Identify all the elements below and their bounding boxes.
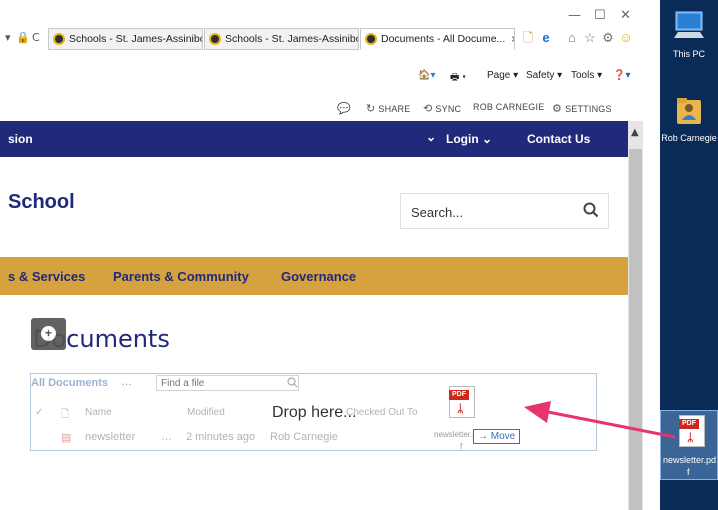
tab-label: Documents - All Docume... (381, 33, 506, 45)
file-type-icon: 🗋 (61, 409, 70, 420)
title-bar: — ☐ ✕ ▾ 🔒 C Schools - St. James-Assinibo… (0, 0, 660, 54)
select-all-checkmark-icon[interactable]: ✓ (35, 407, 43, 418)
gear-icon: ⚙ (552, 102, 563, 115)
row-modified: 2 minutes ago (186, 431, 256, 443)
sharepoint-suite-bar: 💬 ↻ SHARE ⟲ SYNC ROB CARNEGIE ⚙ SETTINGS (0, 96, 660, 118)
sync-button[interactable]: ⟲ SYNC (423, 102, 461, 115)
tab-documents[interactable]: Documents - All Docume... × (360, 28, 515, 50)
page-menu[interactable]: Page ▾ (487, 70, 518, 81)
site-nav-band: sion ⌄ Login ⌄ Contact Us (0, 121, 628, 157)
move-tooltip: → Move (473, 429, 521, 444)
column-header-name[interactable]: Name (85, 407, 112, 418)
safety-menu[interactable]: Safety ▾ (526, 70, 562, 81)
row-modified-by[interactable]: Rob Carnegie (270, 431, 338, 443)
pdf-icon: PDF ᛦ (679, 415, 705, 447)
tab-row: ▾ 🔒 C Schools - St. James-Assiniboi... S… (0, 27, 660, 51)
tab-schools-2[interactable]: Schools - St. James-Assiniboi... (204, 28, 359, 50)
chevron-down-icon: ⌄ (482, 132, 493, 146)
new-tab-icon[interactable]: 🗋 (519, 29, 537, 47)
lock-icon: 🔒 (16, 31, 30, 44)
gear-icon[interactable]: ⚙ (599, 29, 617, 47)
close-tab-icon[interactable]: × (511, 32, 514, 46)
dropdown-arrow-icon[interactable]: ▾ (5, 31, 11, 44)
refresh-icon[interactable]: C (32, 31, 40, 44)
close-window-button[interactable]: ✕ (620, 8, 631, 23)
share-button[interactable]: ↻ SHARE (366, 102, 410, 115)
row-more-button[interactable]: … (161, 431, 172, 443)
login-link[interactable]: Login ⌄ (446, 132, 492, 146)
chevron-down-icon[interactable]: ⌄ (426, 130, 436, 144)
plus-icon: + (41, 326, 56, 341)
school-logo-icon (209, 33, 221, 45)
dragged-file-name-suffix: f (460, 442, 463, 451)
desktop-label: newsletter.pd (663, 455, 717, 465)
user-folder-icon (677, 98, 701, 124)
help-icon[interactable]: ❓▾ (613, 70, 630, 81)
tab-label: Schools - St. James-Assiniboi... (69, 33, 203, 45)
school-name[interactable]: School (8, 191, 75, 214)
nav-item-division[interactable]: sion (8, 132, 33, 146)
ie-icon[interactable]: e (537, 29, 555, 47)
menu-item-governance[interactable]: Governance (281, 269, 356, 284)
row-file-name[interactable]: newsletter (85, 431, 135, 443)
home-icon[interactable]: 🏠▾ (418, 70, 435, 81)
site-search (400, 193, 609, 229)
vertical-scrollbar[interactable]: ▲ (628, 121, 643, 510)
menu-item-parents-community[interactable]: Parents & Community (113, 269, 249, 284)
scrollbar-thumb[interactable] (629, 149, 642, 510)
drop-zone-label: Drop here... (272, 404, 357, 421)
tab-label: Schools - St. James-Assiniboi... (225, 33, 359, 45)
view-more-button[interactable]: … (121, 376, 132, 388)
minimize-button[interactable]: — (568, 8, 581, 23)
search-input[interactable] (411, 202, 561, 222)
menu-item-services[interactable]: s & Services (8, 269, 85, 284)
column-header-checked-out[interactable]: Checked Out To (346, 407, 418, 418)
pdf-file-icon: ▤ (61, 432, 72, 444)
chat-icon[interactable]: 💬 (337, 102, 354, 115)
smiley-icon[interactable]: ☺ (617, 29, 635, 47)
school-logo-icon (365, 33, 377, 45)
view-all-documents[interactable]: All Documents (31, 377, 108, 389)
scroll-up-icon[interactable]: ▲ (631, 127, 639, 138)
browser-window: — ☐ ✕ ▾ 🔒 C Schools - St. James-Assinibo… (0, 0, 660, 510)
share-icon: ↻ (366, 102, 376, 115)
desktop-label: This PC (672, 49, 705, 59)
contact-us-link[interactable]: Contact Us (527, 132, 590, 146)
sync-icon: ⟲ (423, 102, 433, 115)
tab-schools-1[interactable]: Schools - St. James-Assiniboi... (48, 28, 203, 50)
column-header-modified[interactable]: Modified (187, 407, 225, 418)
command-bar: 🏠▾ 🖶 ▾ Page ▾ Safety ▾ Tools ▾ ❓▾ (0, 66, 660, 88)
school-logo-icon (53, 33, 65, 45)
find-file-input[interactable] (156, 375, 299, 391)
home-icon[interactable]: ⌂ (563, 29, 581, 47)
user-name[interactable]: ROB CARNEGIE (473, 102, 544, 112)
desktop-icon-newsletter-pdf[interactable]: PDF ᛦ newsletter.pd f (660, 410, 718, 480)
print-icon[interactable]: 🖶 ▾ (450, 70, 466, 87)
desktop-label: Rob Carnegie (661, 133, 717, 143)
desktop-label-suffix: f (687, 467, 690, 477)
maximize-button[interactable]: ☐ (594, 8, 606, 23)
camera-icon[interactable]: + (31, 318, 66, 350)
computer-icon (674, 11, 704, 38)
acrobat-icon: ᛦ (457, 402, 464, 415)
settings-button[interactable]: ⚙ SETTINGS (552, 102, 612, 115)
pdf-icon: PDF ᛦ (449, 386, 475, 418)
search-icon[interactable] (287, 377, 298, 388)
windows-desktop: This PC Rob Carnegie PDF ᛦ newsletter.pd… (660, 0, 718, 510)
favorites-star-icon[interactable]: ☆ (581, 29, 599, 47)
tools-menu[interactable]: Tools ▾ (571, 70, 602, 81)
search-icon[interactable] (583, 202, 599, 218)
desktop-icon-rob-carnegie[interactable]: Rob Carnegie (660, 92, 718, 143)
main-menu-band: s & Services Parents & Community Governa… (0, 257, 628, 295)
desktop-icon-this-pc[interactable]: This PC (660, 8, 718, 59)
acrobat-icon: ᛦ (687, 431, 694, 444)
